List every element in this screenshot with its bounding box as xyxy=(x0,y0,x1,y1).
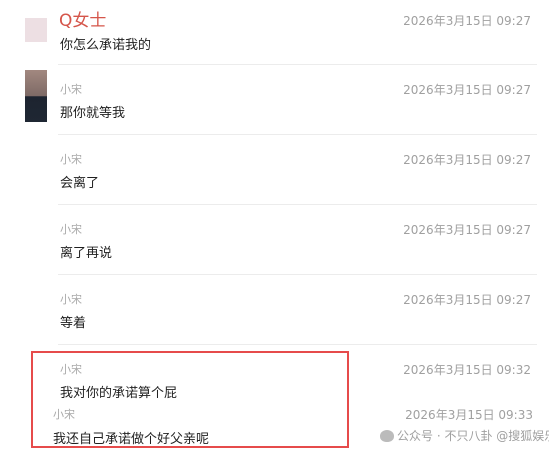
message-time: 2026年3月15日 09:27 xyxy=(403,223,531,237)
message-time: 2026年3月15日 09:27 xyxy=(403,293,531,307)
avatar[interactable] xyxy=(25,70,47,122)
sender-name: 小宋 xyxy=(60,83,82,96)
message-time: 2026年3月15日 09:27 xyxy=(403,153,531,167)
divider xyxy=(58,64,537,65)
message-time: 2026年3月15日 09:27 xyxy=(403,14,531,28)
divider xyxy=(58,344,537,345)
divider xyxy=(58,134,537,135)
message-time: 2026年3月15日 09:33 xyxy=(405,408,533,422)
sender-name: 小宋 xyxy=(60,223,82,236)
watermark-text: 公众号 · 不只八卦 @搜狐娱乐 xyxy=(397,429,549,443)
message-text: 离了再说 xyxy=(60,246,113,261)
divider xyxy=(58,204,537,205)
message-text: 那你就等我 xyxy=(60,106,126,121)
sender-name: 小宋 xyxy=(60,293,82,306)
sender-name: 小宋 xyxy=(60,153,82,166)
message-time: 2026年3月15日 09:27 xyxy=(403,83,531,97)
message-text: 我对你的承诺算个屁 xyxy=(60,386,178,401)
message-text: 我还自己承诺做个好父亲呢 xyxy=(53,432,210,447)
sender-name: Q女士 xyxy=(59,11,107,31)
message-time: 2026年3月15日 09:32 xyxy=(403,363,531,377)
sender-name: 小宋 xyxy=(60,363,82,376)
message-text: 会离了 xyxy=(60,176,100,191)
wechat-icon xyxy=(380,430,394,442)
avatar[interactable] xyxy=(25,18,47,42)
sender-name: 小宋 xyxy=(53,408,75,421)
watermark: 公众号 · 不只八卦 @搜狐娱乐 xyxy=(380,427,549,444)
message-text: 等着 xyxy=(60,316,87,331)
divider xyxy=(58,274,537,275)
message-text: 你怎么承诺我的 xyxy=(60,38,152,53)
